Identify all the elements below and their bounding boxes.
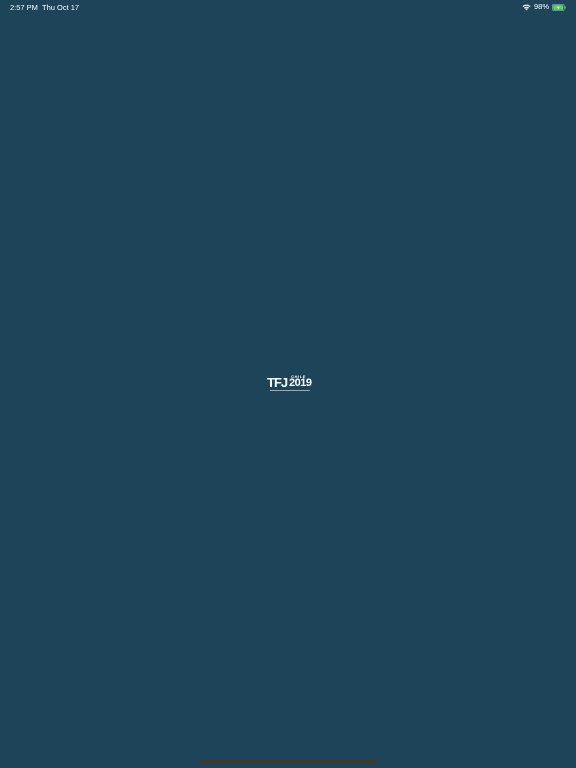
home-indicator[interactable]: [199, 760, 377, 764]
splash-screen: 2:57 PM Thu Oct 17 98% TFJ CHILE 2019: [0, 0, 576, 768]
tfj-chile-2019-logo: TFJ CHILE 2019: [267, 375, 312, 392]
status-time: 2:57 PM: [10, 3, 38, 12]
logo-tagline-line: [270, 389, 310, 391]
status-bar: 2:57 PM Thu Oct 17 98%: [0, 0, 576, 14]
battery-percent: 98%: [533, 2, 549, 11]
logo-year: 2019: [289, 377, 312, 389]
wifi-icon: [522, 4, 531, 10]
logo-mark: TFJ: [267, 375, 288, 390]
battery-charging-icon: [552, 3, 566, 11]
status-date: Thu Oct 17: [42, 3, 80, 12]
status-indicators: 98%: [522, 2, 566, 12]
